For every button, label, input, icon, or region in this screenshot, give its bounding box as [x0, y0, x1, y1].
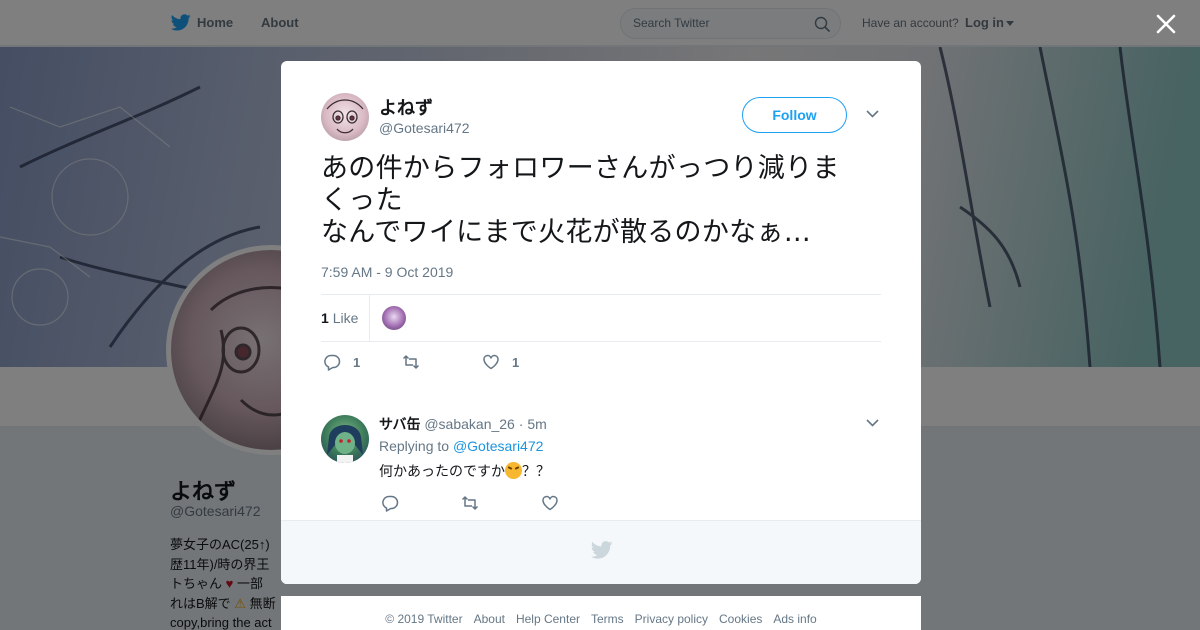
reply-author-name[interactable]: サバ缶	[379, 416, 420, 432]
liker-avatar[interactable]	[382, 306, 406, 330]
retweet-button[interactable]	[402, 352, 432, 372]
tweet-modal: よねず @Gotesari472 Follow あの件からフォロワーさんがっつり…	[281, 61, 921, 584]
reply-actions	[379, 493, 679, 513]
tweet-author-handle[interactable]: @Gotesari472	[379, 120, 469, 136]
reply-like-button[interactable]	[541, 493, 559, 513]
modal-footer	[281, 520, 921, 584]
reply-author-avatar[interactable]	[321, 415, 369, 463]
likes-count: 1	[321, 310, 329, 326]
reply-retweet-button[interactable]	[461, 493, 479, 513]
stats-divider	[369, 295, 370, 342]
footer-link-terms[interactable]: Terms	[591, 612, 624, 626]
reply-text-part: 何かあったのですか	[379, 464, 505, 480]
reply-text-part: ？？	[522, 464, 550, 480]
reply-icon	[382, 495, 399, 512]
like-count: 1	[512, 354, 520, 370]
footer-link-ads-info[interactable]: Ads info	[773, 612, 816, 626]
replying-to-handle-link[interactable]: @Gotesari472	[453, 438, 543, 454]
reply-avatar-art	[327, 425, 363, 463]
reply-icon	[324, 354, 341, 371]
tweet-text-line: なんでワイにまで火花が散るのかなぁ…	[321, 217, 812, 248]
tweet-text-line: あの件からフォロワーさんがっつり減りま	[321, 153, 840, 184]
close-icon[interactable]	[1155, 13, 1177, 35]
reply-text: 何かあったのですか ？？	[379, 461, 550, 481]
chevron-down-icon[interactable]	[866, 110, 879, 118]
reply-author-handle[interactable]: @sabakan_26	[424, 416, 515, 432]
persevering-face-emoji-icon	[505, 462, 522, 479]
reply-separator: ·	[518, 416, 524, 432]
replying-to-label: Replying to	[379, 438, 450, 454]
chevron-down-icon[interactable]	[866, 419, 879, 427]
reply-button[interactable]: 1	[323, 352, 360, 372]
reply-tweet[interactable]: サバ缶 @sabakan_26 · 5m Replying to @Gotesa…	[321, 411, 881, 521]
twitter-bird-icon	[591, 541, 613, 559]
reply-reply-button[interactable]	[381, 493, 399, 513]
likes-stat[interactable]: 1 Like	[321, 310, 358, 326]
tweet-text: あの件からフォロワーさんがっつり減りま くった なんでワイにまで火花が散るのかな…	[321, 153, 881, 249]
heart-icon	[542, 495, 558, 511]
heart-icon	[483, 354, 499, 370]
retweet-icon	[461, 496, 479, 510]
page-footer: © 2019 Twitter About Help Center Terms P…	[281, 596, 921, 630]
likes-label: Like	[332, 310, 359, 326]
retweet-icon	[402, 355, 420, 369]
tweet-author-name[interactable]: よねず	[379, 94, 433, 120]
reply-count: 1	[353, 354, 361, 370]
like-button[interactable]: 1	[482, 352, 519, 372]
tweet-timestamp[interactable]: 7:59 AM - 9 Oct 2019	[321, 264, 453, 280]
footer-link-cookies[interactable]: Cookies	[719, 612, 762, 626]
footer-link-about[interactable]: About	[474, 612, 505, 626]
tweet-stats: 1 Like	[321, 294, 881, 342]
reply-age[interactable]: 5m	[527, 416, 546, 432]
tweet-author-avatar[interactable]	[321, 93, 369, 141]
follow-button[interactable]: Follow	[742, 97, 847, 133]
footer-link-help-center[interactable]: Help Center	[516, 612, 580, 626]
author-avatar-art	[326, 99, 364, 134]
replying-to: Replying to @Gotesari472	[379, 438, 543, 454]
footer-link-privacy-policy[interactable]: Privacy policy	[635, 612, 708, 626]
footer-copyright: © 2019 Twitter	[385, 612, 463, 626]
tweet-text-line: くった	[321, 185, 403, 216]
tweet-actions: 1 1	[321, 352, 881, 374]
reply-header: サバ缶 @sabakan_26 · 5m	[379, 414, 547, 434]
